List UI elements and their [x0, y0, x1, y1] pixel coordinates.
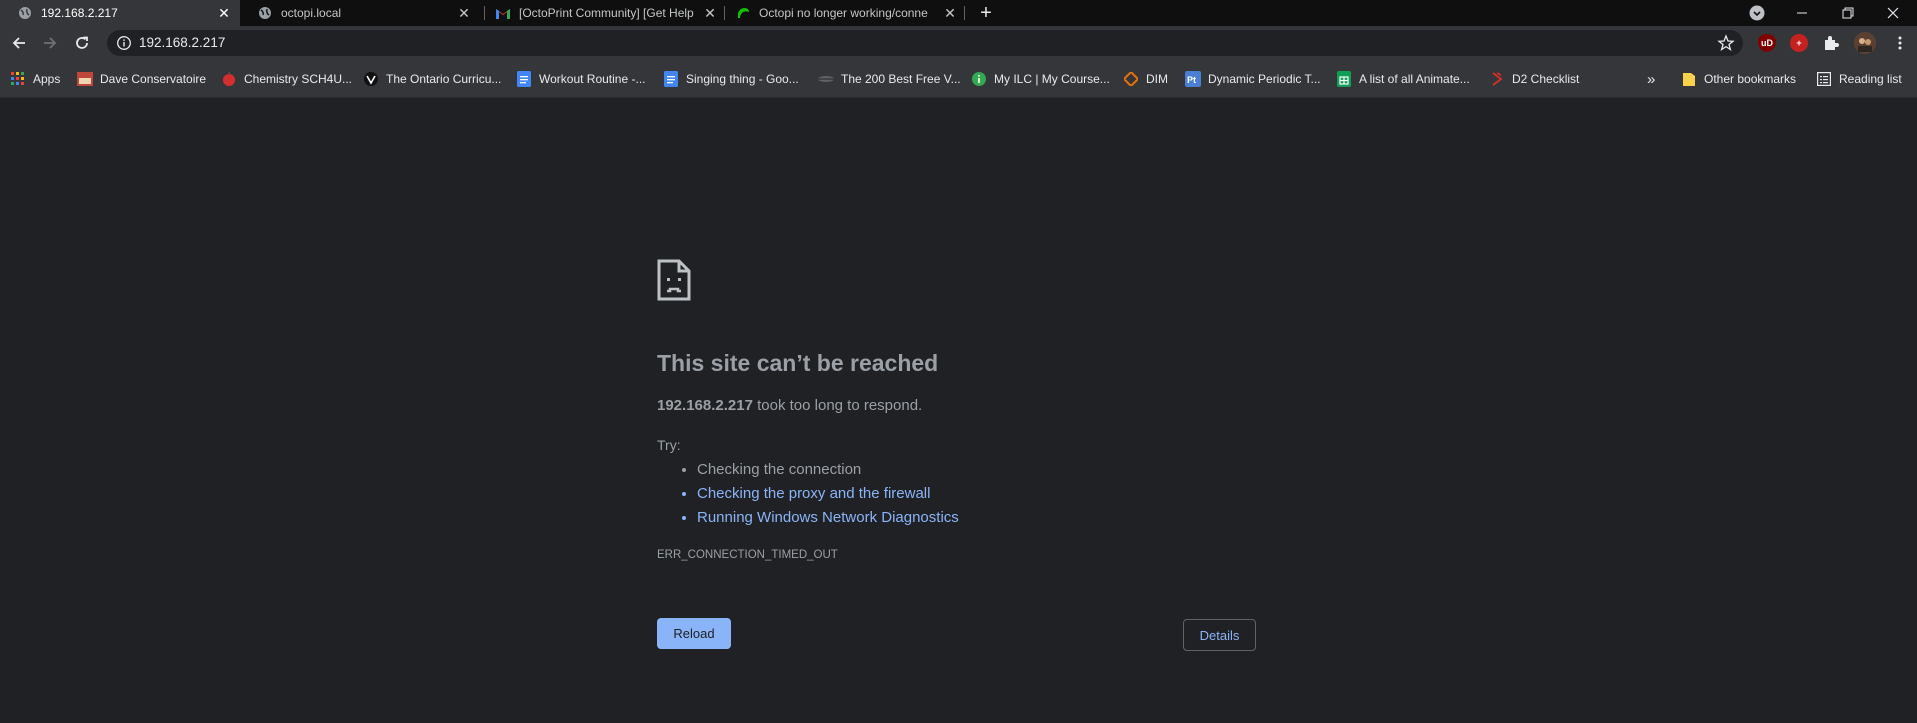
- tab-separator: [724, 6, 725, 20]
- bookmark-label: Other bookmarks: [1704, 72, 1797, 86]
- other-bookmarks-folder[interactable]: Other bookmarks: [1681, 70, 1796, 88]
- bookmarks-bar: Apps Dave Conservatoire Chemistry SCH4U.…: [0, 60, 1917, 98]
- bookmark-label: My ILC | My Course...: [994, 72, 1110, 86]
- bookmark-workout-routine[interactable]: Workout Routine -...: [516, 70, 646, 88]
- back-button[interactable]: [6, 30, 32, 56]
- reading-list-button[interactable]: Reading list: [1816, 70, 1902, 88]
- address-bar[interactable]: 192.168.2.217: [107, 30, 1743, 56]
- globe-icon: [18, 6, 32, 20]
- tab-192-168-2-217[interactable]: 192.168.2.217 ✕: [0, 0, 240, 26]
- bookmarks-overflow-button[interactable]: »: [1647, 70, 1655, 88]
- site-icon: [818, 71, 834, 87]
- bookmark-label: Reading list: [1839, 72, 1902, 86]
- bookmark-dave-conservatoire[interactable]: Dave Conservatoire: [77, 70, 206, 88]
- bookmark-my-ilc[interactable]: My ILC | My Course...: [971, 70, 1110, 88]
- apps-grid-icon: [10, 71, 26, 87]
- bookmark-label: Chemistry SCH4U...: [244, 72, 353, 86]
- chrome-menu-icon[interactable]: [1887, 30, 1913, 56]
- minimize-icon[interactable]: [1780, 0, 1824, 26]
- apple-icon: [221, 71, 237, 87]
- bookmark-label: Workout Routine -...: [539, 72, 646, 86]
- info-green-icon: [971, 71, 987, 87]
- tab-title: octopi.local: [281, 6, 342, 20]
- suggestion-network-diagnostics-link[interactable]: Running Windows Network Diagnostics: [697, 506, 959, 530]
- overflow-chevron-icon: »: [1647, 70, 1656, 88]
- ptable-icon: Pt: [1185, 71, 1201, 87]
- d2-icon: [1489, 71, 1505, 87]
- docs-icon: [516, 71, 532, 87]
- sheets-icon: [1336, 71, 1352, 87]
- bookmark-d2-checklist[interactable]: D2 Checklist: [1489, 70, 1579, 88]
- error-code: ERR_CONNECTION_TIMED_OUT: [657, 549, 838, 561]
- error-message: took too long to respond.: [752, 397, 923, 414]
- url-text: 192.168.2.217: [139, 35, 226, 50]
- toolbar: 192.168.2.217 uD +: [0, 26, 1917, 60]
- bookmark-dynamic-periodic-table[interactable]: Pt Dynamic Periodic T...: [1185, 70, 1320, 88]
- suggestion-proxy-firewall-link[interactable]: Checking the proxy and the firewall: [697, 482, 959, 506]
- tab-separator: [964, 6, 965, 20]
- gmail-icon: [496, 6, 510, 20]
- close-tab-icon[interactable]: ✕: [216, 5, 232, 21]
- tab-title: 192.168.2.217: [41, 6, 118, 20]
- details-button[interactable]: Details: [1183, 619, 1256, 651]
- tab-separator: [484, 6, 485, 20]
- docs-icon: [663, 71, 679, 87]
- bookmark-label: DIM: [1146, 72, 1168, 86]
- dave-conservatoire-icon: [77, 71, 93, 87]
- extensions-puzzle-icon[interactable]: [1822, 34, 1840, 52]
- reload-icon[interactable]: [69, 30, 95, 56]
- error-description: 192.168.2.217 took too long to respond.: [657, 397, 922, 414]
- bookmark-label: The 200 Best Free V...: [841, 72, 961, 86]
- bookmark-label: Apps: [33, 72, 61, 86]
- globe-icon: [258, 6, 272, 20]
- bookmark-label: The Ontario Curricu...: [386, 72, 502, 86]
- tab-octoprint-community[interactable]: [OctoPrint Community] [Get Help ✕: [486, 0, 726, 26]
- bookmark-ontario-curriculum[interactable]: The Ontario Curricu...: [363, 70, 501, 88]
- bookmark-apps[interactable]: Apps: [10, 70, 60, 88]
- bookmark-label: A list of all Animate...: [1359, 72, 1470, 86]
- reading-list-icon: [1816, 71, 1832, 87]
- close-tab-icon[interactable]: ✕: [456, 5, 472, 21]
- restore-icon[interactable]: [1826, 0, 1870, 26]
- bookmark-chemistry[interactable]: Chemistry SCH4U...: [221, 70, 352, 88]
- site-info-icon[interactable]: [116, 35, 132, 51]
- bookmark-singing-thing[interactable]: Singing thing - Goo...: [663, 70, 799, 88]
- suggestion-check-connection: Checking the connection: [697, 458, 959, 482]
- sad-document-icon: [657, 259, 691, 301]
- tab-strip: 192.168.2.217 ✕ octopi.local ✕ [OctoPrin…: [0, 0, 1917, 26]
- bookmark-animated-list[interactable]: A list of all Animate...: [1336, 70, 1470, 88]
- tab-search-button[interactable]: [1735, 0, 1779, 26]
- tab-title: [OctoPrint Community] [Get Help: [519, 6, 694, 20]
- profile-avatar[interactable]: [1854, 32, 1876, 54]
- tab-title: Octopi no longer working/conne: [759, 6, 928, 20]
- bookmark-star-icon[interactable]: [1717, 34, 1735, 52]
- try-label: Try:: [657, 437, 681, 453]
- bookmark-label: D2 Checklist: [1512, 72, 1580, 86]
- bookmark-dim[interactable]: DIM: [1123, 70, 1168, 88]
- bookmark-label: Singing thing - Goo...: [686, 72, 799, 86]
- bookmark-label: Dynamic Periodic T...: [1208, 72, 1321, 86]
- octoprint-icon: [736, 6, 750, 20]
- extension-red-icon[interactable]: +: [1790, 34, 1808, 52]
- svg-text:Pt: Pt: [1187, 75, 1196, 85]
- folder-icon: [1681, 71, 1697, 87]
- tab-octopi-local[interactable]: octopi.local ✕: [240, 0, 480, 26]
- close-tab-icon[interactable]: ✕: [702, 5, 718, 21]
- tab-octopi-no-longer-working[interactable]: Octopi no longer working/conne ✕: [726, 0, 966, 26]
- reload-button[interactable]: Reload: [657, 618, 731, 649]
- suggestions-list: Checking the connection Checking the pro…: [657, 458, 959, 530]
- page-title: This site can’t be reached: [657, 350, 939, 376]
- ublock-origin-icon[interactable]: uD: [1758, 34, 1776, 52]
- forward-button[interactable]: [37, 30, 63, 56]
- new-tab-button[interactable]: +: [974, 1, 998, 25]
- bookmark-200-best-free[interactable]: The 200 Best Free V...: [818, 70, 961, 88]
- close-tab-icon[interactable]: ✕: [942, 5, 958, 21]
- ontario-icon: [363, 71, 379, 87]
- close-window-icon[interactable]: [1871, 0, 1915, 26]
- error-host: 192.168.2.217: [657, 397, 753, 414]
- dim-icon: [1123, 71, 1139, 87]
- bookmark-label: Dave Conservatoire: [100, 72, 207, 86]
